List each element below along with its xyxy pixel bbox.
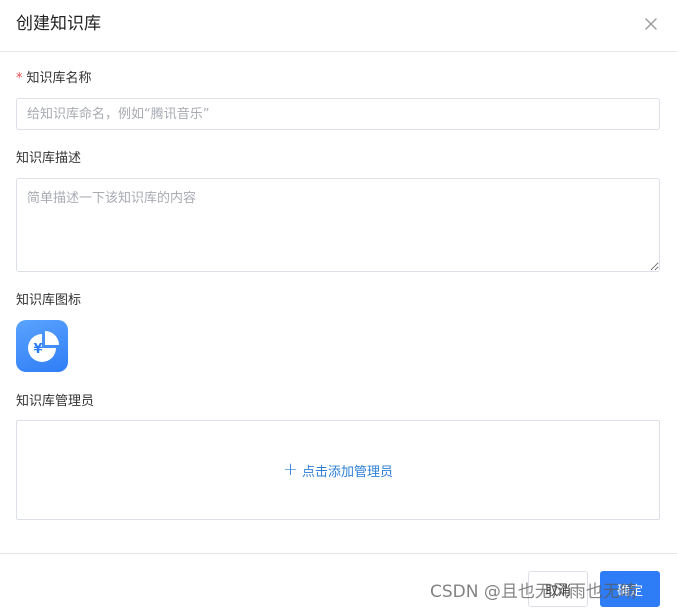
name-field-label: * 知识库名称 bbox=[16, 70, 92, 88]
add-admin-button[interactable]: + 点击添加管理员 bbox=[17, 421, 659, 519]
admins-box: + 点击添加管理员 bbox=[16, 420, 660, 520]
create-knowledge-base-dialog: 创建知识库 *知识库名称 知识库描述 知识库图标 ¥ 知识库管理员 + 点击添加… bbox=[0, 0, 677, 613]
plus-icon: + bbox=[282, 459, 299, 480]
admins-field-label: 知识库管理员 bbox=[16, 394, 95, 409]
close-icon[interactable] bbox=[643, 16, 659, 32]
svg-text:¥: ¥ bbox=[33, 342, 42, 357]
required-mark: * bbox=[16, 71, 23, 86]
dialog-title: 创建知识库 bbox=[16, 14, 101, 34]
confirm-button[interactable]: 确定 bbox=[600, 571, 660, 607]
knowledge-base-name-input[interactable] bbox=[16, 98, 660, 130]
name-label-text: 知识库名称 bbox=[26, 71, 92, 86]
description-field-label: 知识库描述 bbox=[16, 151, 82, 166]
cancel-button[interactable]: 取消 bbox=[528, 571, 588, 607]
dialog-header: 创建知识库 bbox=[0, 0, 677, 52]
icon-field-label: 知识库图标 bbox=[16, 293, 82, 308]
yen-pie-chart-icon: ¥ bbox=[28, 331, 59, 362]
knowledge-base-description-textarea[interactable] bbox=[16, 178, 660, 272]
add-admin-label: 点击添加管理员 bbox=[302, 464, 394, 480]
footer-divider bbox=[0, 553, 677, 554]
knowledge-base-icon-picker[interactable]: ¥ bbox=[16, 320, 68, 372]
